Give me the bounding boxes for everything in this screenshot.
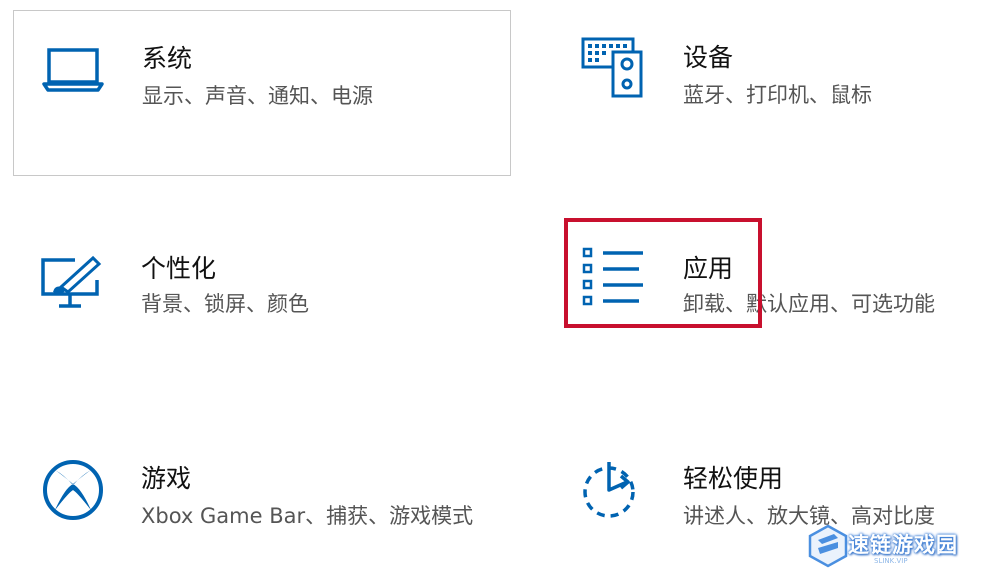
watermark-text: 速链游戏园 [848,533,958,557]
tile-description: 显示、声音、通知、电源 [142,84,373,108]
tile-title: 游戏 [141,464,192,493]
ease-of-access-icon [583,462,635,518]
tile-system[interactable]: 系统 显示、声音、通知、电源 [13,10,511,176]
tile-description: Xbox Game Bar、捕获、游戏模式 [141,504,474,528]
tile-apps[interactable]: 应用 卸载、默认应用、可选功能 [565,210,975,360]
tile-title: 轻松使用 [683,464,784,493]
tile-title: 系统 [142,44,193,73]
tile-description: 背景、锁屏、颜色 [141,292,309,316]
tile-description: 卸载、默认应用、可选功能 [683,292,935,316]
tile-title: 个性化 [141,254,217,283]
tile-devices[interactable]: 设备 蓝牙、打印机、鼠标 [565,10,975,176]
tile-title: 设备 [683,43,734,72]
apps-list-icon [582,247,643,306]
keyboard-speaker-icon [581,37,643,98]
tile-personalization[interactable]: 个性化 背景、锁屏、颜色 [13,210,511,360]
watermark-logo-icon [808,524,848,568]
tile-description: 蓝牙、打印机、鼠标 [683,83,872,107]
tile-title: 应用 [683,254,734,283]
watermark-subtext: SLINK.VIP [874,557,908,565]
laptop-icon [42,48,104,92]
paint-display-icon [41,255,102,308]
tile-gaming[interactable]: 游戏 Xbox Game Bar、捕获、游戏模式 [13,418,511,568]
xbox-icon [43,460,103,520]
watermark: 速链游戏园 SLINK.VIP [806,522,982,570]
